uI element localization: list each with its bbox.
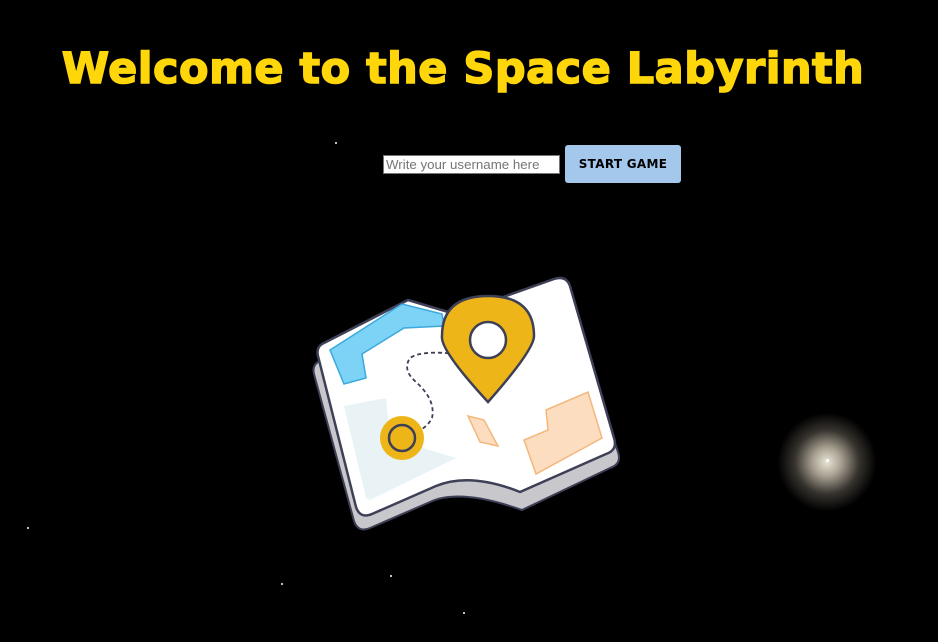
star [390, 575, 392, 577]
star [27, 527, 29, 529]
username-input[interactable] [383, 154, 560, 174]
map-with-location-pin-icon [312, 276, 620, 531]
start-marker [380, 416, 424, 460]
start-game-button[interactable]: START GAME [565, 145, 681, 183]
star [463, 612, 465, 614]
location-pin-hole [468, 320, 508, 360]
star [335, 142, 337, 144]
star [281, 583, 283, 585]
glowing-star-core [826, 459, 829, 462]
glowing-star [777, 412, 877, 512]
page-title: Welcome to the Space Labyrinth [61, 43, 865, 95]
login-form: START GAME [383, 145, 681, 183]
